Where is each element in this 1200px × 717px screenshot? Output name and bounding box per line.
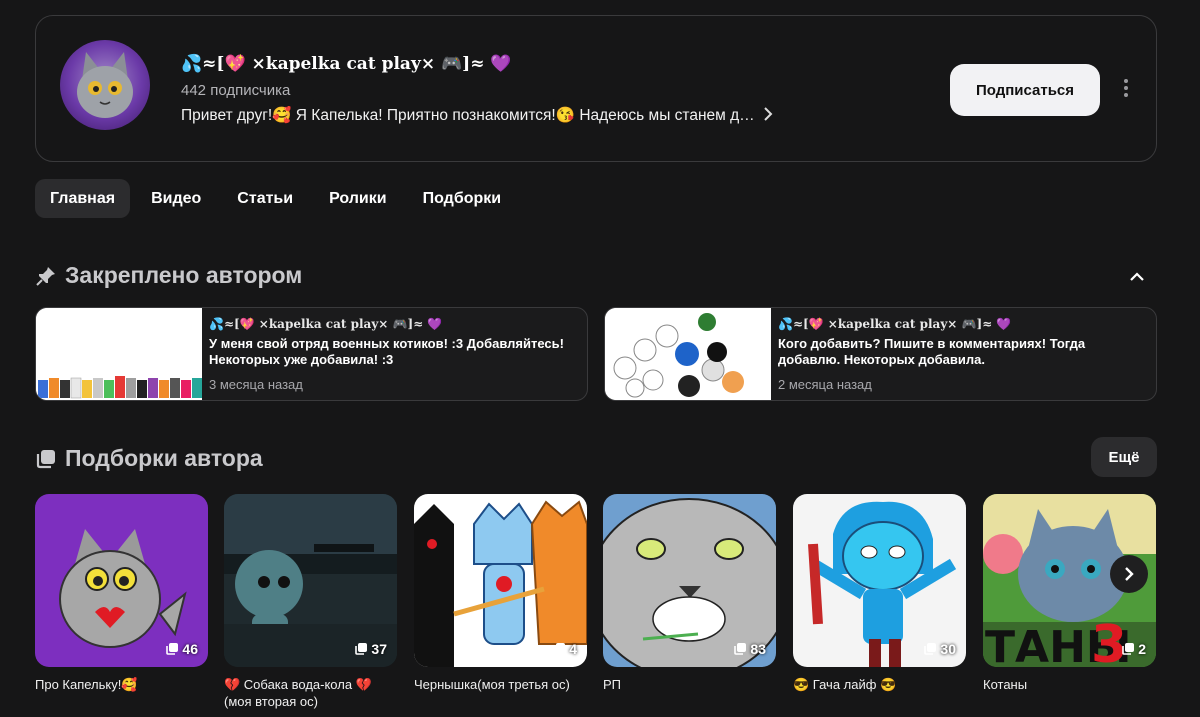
subscriber-count: 442 подписчика bbox=[181, 82, 291, 99]
carousel-next-button[interactable] bbox=[1110, 555, 1148, 593]
tab-main[interactable]: Главная bbox=[35, 179, 131, 218]
stack-icon bbox=[355, 643, 368, 655]
more-options-icon[interactable] bbox=[1118, 76, 1134, 104]
more-collections-button[interactable]: Ещё bbox=[1091, 437, 1157, 477]
pin-icon bbox=[36, 266, 55, 286]
collection-count: 83 bbox=[733, 641, 766, 657]
pinned-post-text: Кого добавить? Пишите в комментариях! То… bbox=[778, 336, 1086, 367]
tab-shorts[interactable]: Ролики bbox=[314, 179, 402, 218]
collection-title: 💔 Собака вода-кола 💔 (моя вторая ос) bbox=[224, 677, 372, 709]
channel-name: 💦≈[💖 ×kapelka cat play× 🎮]≈ 💜 bbox=[181, 54, 512, 74]
collection-title: Про Капельку!🥰 bbox=[35, 677, 138, 692]
collection-title: Котаны bbox=[983, 677, 1028, 692]
collection-card[interactable]: 46 Про Капельку!🥰 bbox=[35, 494, 208, 693]
pinned-post-author: 💦≈[💖 ×kapelka cat play× 🎮]≈ 💜 bbox=[778, 317, 1012, 331]
channel-description: Привет друг!🥰 Я Капелька! Приятно познак… bbox=[181, 107, 756, 124]
tab-video[interactable]: Видео bbox=[136, 179, 216, 218]
collection-thumbnail: 37 bbox=[224, 494, 397, 667]
tab-articles[interactable]: Статьи bbox=[222, 179, 308, 218]
collection-thumbnail: 46 bbox=[35, 494, 208, 667]
collection-card[interactable]: 4 Чернышка(моя третья ос) bbox=[414, 494, 587, 693]
channel-avatar[interactable] bbox=[60, 40, 150, 130]
collection-count: 46 bbox=[165, 641, 198, 657]
collection-thumbnail: 30 bbox=[793, 494, 966, 667]
collection-title: 😎 Гача лайф 😎 bbox=[793, 677, 897, 692]
collapse-chevron-icon[interactable] bbox=[1126, 266, 1148, 288]
pinned-post-text: У меня свой отряд военных котиков! :3 До… bbox=[209, 336, 564, 367]
stack-icon bbox=[166, 643, 179, 655]
collection-card[interactable]: 30 😎 Гача лайф 😎 bbox=[793, 494, 966, 693]
collection-title: РП bbox=[603, 677, 622, 692]
collection-thumbnail: 4 bbox=[414, 494, 587, 667]
subscribe-button[interactable]: Подписаться bbox=[950, 64, 1100, 116]
collections-section-title: Подборки автора bbox=[35, 445, 263, 472]
collection-count: 30 bbox=[923, 641, 956, 657]
chevron-right-icon bbox=[1125, 567, 1134, 581]
collection-card[interactable]: 83 РП bbox=[603, 494, 776, 693]
tab-collections[interactable]: Подборки bbox=[408, 179, 517, 218]
collection-count: 4 bbox=[552, 641, 577, 657]
pinned-post-card[interactable]: 💦≈[💖 ×kapelka cat play× 🎮]≈ 💜 У меня сво… bbox=[35, 307, 588, 401]
pinned-post-author: 💦≈[💖 ×kapelka cat play× 🎮]≈ 💜 bbox=[209, 317, 443, 331]
stack-icon bbox=[1122, 643, 1135, 655]
collection-count: 37 bbox=[354, 641, 387, 657]
stack-icon bbox=[924, 643, 937, 655]
channel-tabs: Главная Видео Статьи Ролики Подборки bbox=[35, 179, 522, 218]
pinned-section-title: Закреплено автором bbox=[35, 262, 302, 289]
collection-count: 2 bbox=[1121, 641, 1146, 657]
pinned-post-card[interactable]: 💦≈[💖 ×kapelka cat play× 🎮]≈ 💜 Кого добав… bbox=[604, 307, 1157, 401]
pinned-post-image bbox=[605, 308, 771, 400]
pinned-post-date: 3 месяца назад bbox=[209, 377, 303, 392]
chevron-right-icon[interactable] bbox=[762, 105, 774, 128]
pinned-post-date: 2 месяца назад bbox=[778, 377, 872, 392]
cat-avatar-image bbox=[77, 52, 133, 118]
stack-icon bbox=[734, 643, 747, 655]
collections-carousel: 46 Про Капельку!🥰 37 💔 Собака вода-кола … bbox=[35, 494, 1200, 717]
collections-stack-icon bbox=[36, 449, 55, 468]
collection-card[interactable]: ТАНЫ 3 2 Котаны bbox=[983, 494, 1156, 693]
pinned-title-text: Закреплено автором bbox=[65, 262, 303, 288]
collections-title-text: Подборки автора bbox=[65, 445, 263, 471]
pinned-post-image bbox=[36, 308, 202, 400]
collection-title: Чернышка(моя третья ос) bbox=[414, 677, 570, 692]
stack-icon bbox=[553, 643, 566, 655]
collection-thumbnail: 83 bbox=[603, 494, 776, 667]
collection-card[interactable]: 37 💔 Собака вода-кола 💔 (моя вторая ос) bbox=[224, 494, 397, 710]
channel-header-card: 💦≈[💖 ×kapelka cat play× 🎮]≈ 💜 442 подпис… bbox=[35, 15, 1157, 162]
